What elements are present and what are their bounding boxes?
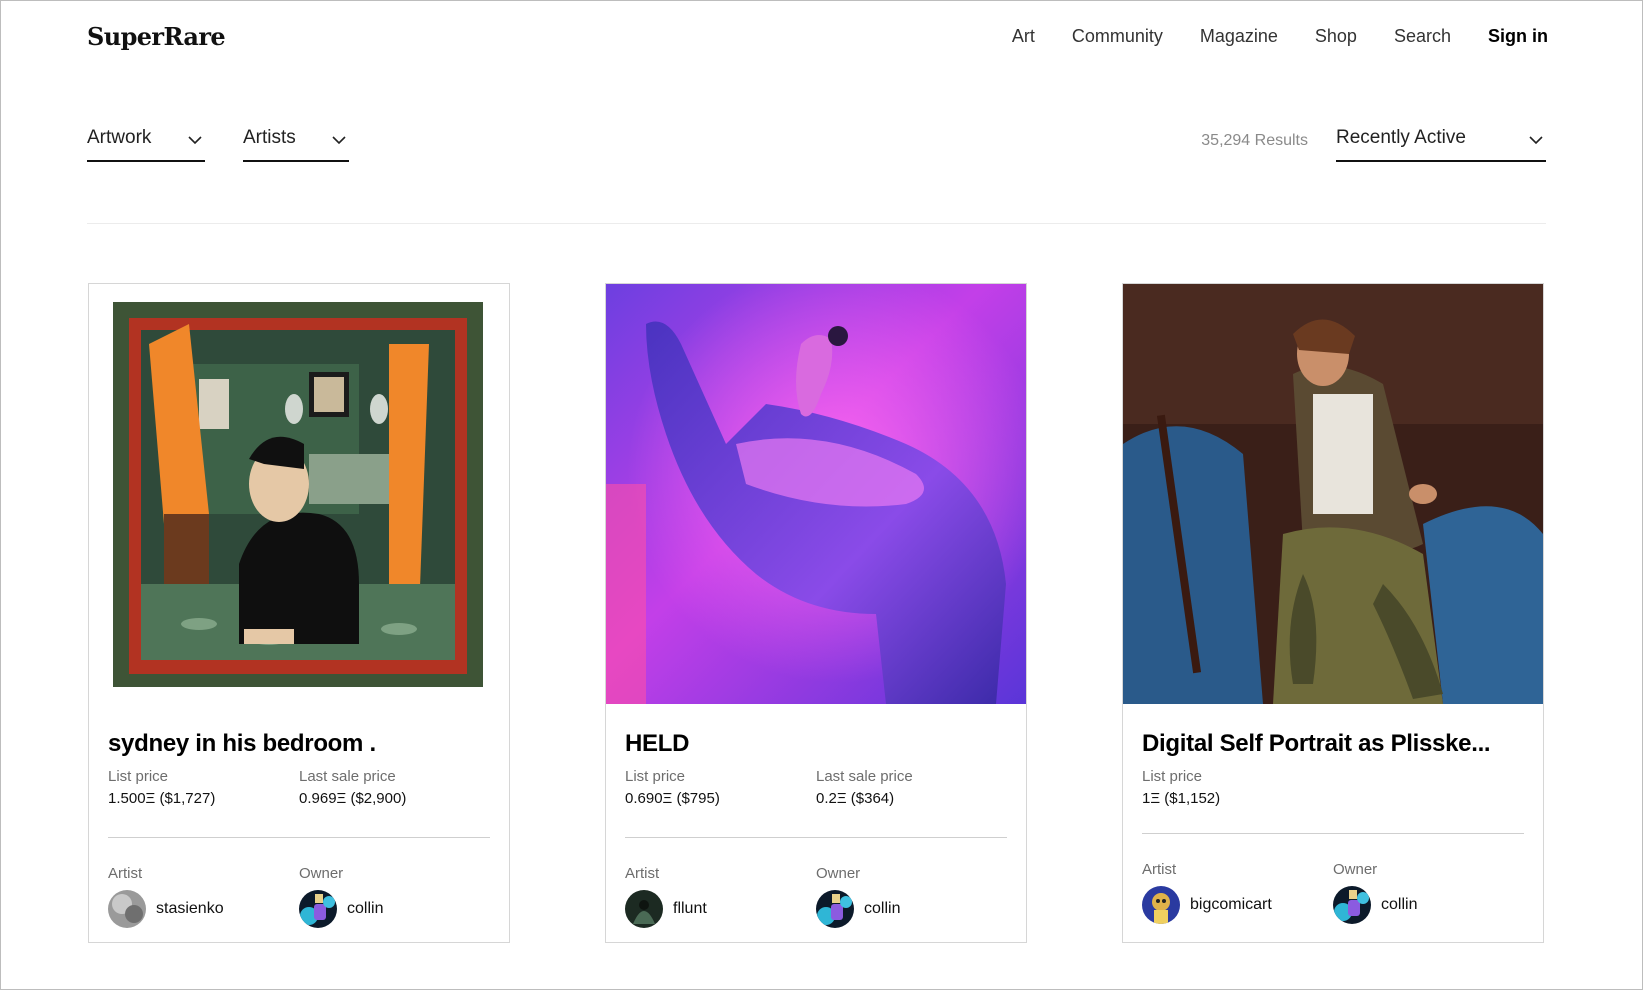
- artist-label: Artist: [108, 865, 143, 882]
- owner-name: collin: [864, 900, 901, 917]
- artwork-filter-label: Artwork: [87, 127, 152, 148]
- chevron-down-icon: [332, 136, 346, 145]
- last-sale-price: Last sale price 0.969Ξ ($2,900): [299, 768, 406, 807]
- avatar: [1333, 886, 1371, 924]
- artist-section: Artist bigcomicart: [1142, 861, 1272, 924]
- owner-section: Owner collin: [1333, 861, 1417, 924]
- artist-section: Artist fllunt: [625, 865, 707, 928]
- avatar: [816, 890, 854, 928]
- chevron-down-icon: [1529, 136, 1543, 145]
- sort-label: Recently Active: [1336, 127, 1466, 148]
- superrare-logo[interactable]: SuperRare: [87, 22, 226, 51]
- nav-community[interactable]: Community: [1072, 26, 1163, 47]
- list-price-value: 1.500Ξ ($1,727): [108, 790, 216, 807]
- nav-magazine[interactable]: Magazine: [1200, 26, 1278, 47]
- artist-name: bigcomicart: [1190, 896, 1272, 913]
- artwork-sydney-bedroom-image: [89, 284, 509, 704]
- list-price-label: List price: [108, 768, 169, 785]
- artist-link[interactable]: fllunt: [625, 890, 707, 928]
- nav-art[interactable]: Art: [1012, 26, 1035, 47]
- last-sale-price: Last sale price 0.2Ξ ($364): [816, 768, 913, 807]
- list-price: List price 1Ξ ($1,152): [1142, 768, 1220, 807]
- artist-label: Artist: [1142, 861, 1177, 878]
- owner-name: collin: [347, 900, 384, 917]
- artists-filter-label: Artists: [243, 127, 296, 148]
- avatar: [1142, 886, 1180, 924]
- last-sale-value: 0.2Ξ ($364): [816, 790, 895, 807]
- artwork-filter-dropdown[interactable]: Artwork: [87, 124, 205, 162]
- owner-section: Owner collin: [299, 865, 383, 928]
- nav-shop[interactable]: Shop: [1315, 26, 1357, 47]
- nav-search[interactable]: Search: [1394, 26, 1451, 47]
- sign-in-link[interactable]: Sign in: [1488, 26, 1548, 47]
- last-sale-label: Last sale price: [299, 768, 396, 785]
- artist-link[interactable]: bigcomicart: [1142, 886, 1272, 924]
- list-price-label: List price: [625, 768, 686, 785]
- card-separator: [1142, 833, 1524, 834]
- artwork-card[interactable]: Digital Self Portrait as Plisske... List…: [1122, 283, 1544, 943]
- list-price: List price 0.690Ξ ($795): [625, 768, 720, 807]
- owner-link[interactable]: collin: [299, 890, 383, 928]
- avatar: [625, 890, 663, 928]
- list-price-label: List price: [1142, 768, 1203, 785]
- artwork-title[interactable]: HELD: [625, 730, 689, 758]
- main-nav: Art Community Magazine Shop Search Sign …: [1012, 26, 1548, 47]
- results-count: 35,294 Results: [1201, 132, 1308, 149]
- list-price-value: 0.690Ξ ($795): [625, 790, 720, 807]
- artwork-held-image: [606, 284, 1026, 704]
- list-price-value: 1Ξ ($1,152): [1142, 790, 1221, 807]
- artwork-card[interactable]: sydney in his bedroom . List price 1.500…: [88, 283, 510, 943]
- artwork-image[interactable]: [1123, 284, 1543, 704]
- last-sale-value: 0.969Ξ ($2,900): [299, 790, 407, 807]
- chevron-down-icon: [188, 136, 202, 145]
- card-separator: [108, 837, 490, 838]
- owner-section: Owner collin: [816, 865, 900, 928]
- artwork-card[interactable]: HELD List price 0.690Ξ ($795) Last sale …: [605, 283, 1027, 943]
- owner-label: Owner: [1333, 861, 1378, 878]
- artist-label: Artist: [625, 865, 660, 882]
- artwork-image[interactable]: [606, 284, 1026, 704]
- owner-link[interactable]: collin: [816, 890, 900, 928]
- owner-name: collin: [1381, 896, 1418, 913]
- artist-name: stasienko: [156, 900, 224, 917]
- artist-section: Artist stasienko: [108, 865, 224, 928]
- last-sale-label: Last sale price: [816, 768, 913, 785]
- artists-filter-dropdown[interactable]: Artists: [243, 124, 349, 162]
- sort-dropdown[interactable]: Recently Active: [1336, 124, 1546, 162]
- artist-link[interactable]: stasienko: [108, 890, 224, 928]
- owner-link[interactable]: collin: [1333, 886, 1417, 924]
- artwork-self-portrait-image: [1123, 284, 1543, 704]
- artwork-title[interactable]: Digital Self Portrait as Plisske...: [1142, 730, 1490, 758]
- artwork-title[interactable]: sydney in his bedroom .: [108, 730, 376, 758]
- owner-label: Owner: [816, 865, 861, 882]
- avatar: [299, 890, 337, 928]
- artist-name: fllunt: [673, 900, 707, 917]
- list-price: List price 1.500Ξ ($1,727): [108, 768, 215, 807]
- avatar: [108, 890, 146, 928]
- card-separator: [625, 837, 1007, 838]
- filter-divider: [87, 223, 1546, 224]
- owner-label: Owner: [299, 865, 344, 882]
- artwork-image[interactable]: [89, 284, 509, 704]
